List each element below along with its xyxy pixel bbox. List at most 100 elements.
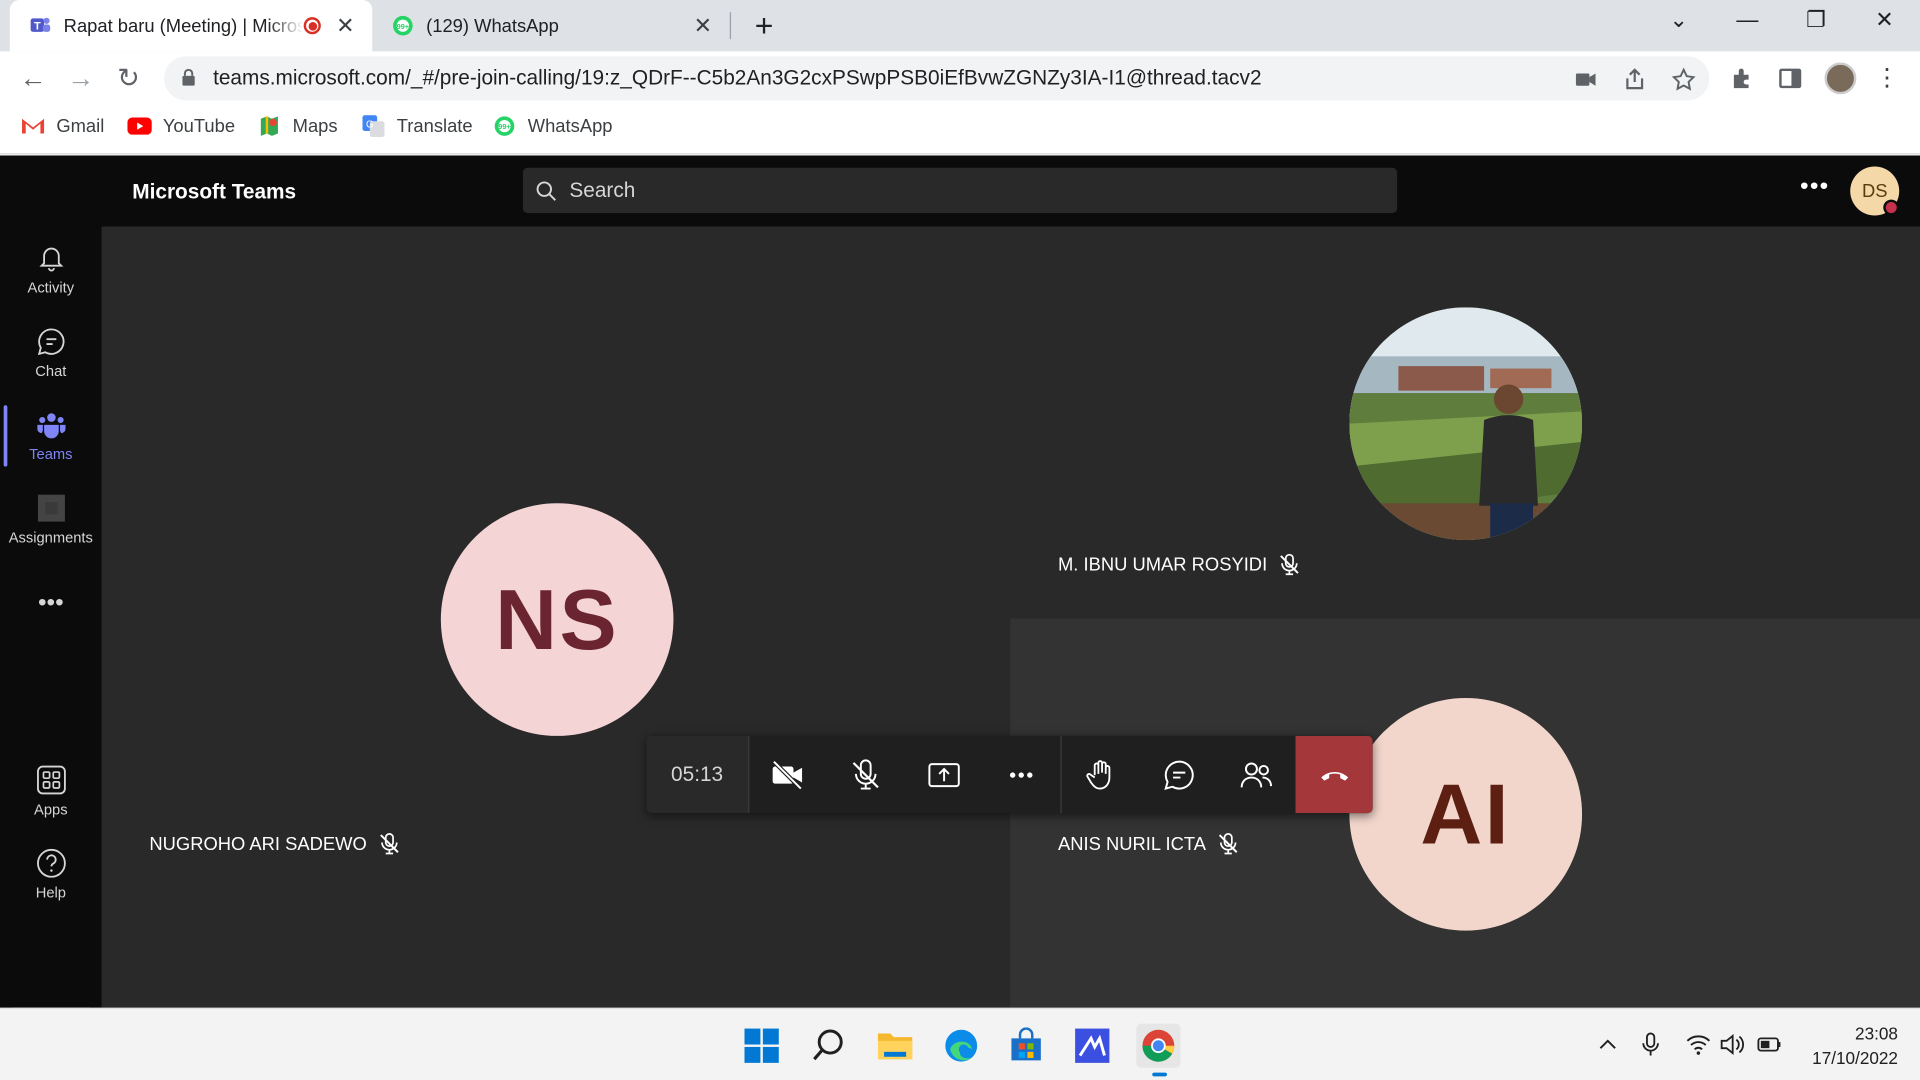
participant-avatar: NS: [440, 503, 674, 736]
participant-photo-image: [1349, 307, 1583, 541]
side-panel-icon[interactable]: [1777, 65, 1804, 92]
bookmark-label: Maps: [292, 115, 338, 137]
participant-name: M. IBNU UMAR ROSYIDI: [1057, 554, 1268, 575]
store-icon: [1011, 1027, 1041, 1061]
minimize-icon[interactable]: —: [1729, 7, 1766, 33]
search-placeholder: Search: [569, 178, 636, 202]
app-icon: [1075, 1028, 1110, 1063]
rail-item-teams[interactable]: Teams: [0, 396, 102, 477]
mic-off-icon: [1218, 833, 1238, 855]
battery-icon[interactable]: [1756, 1031, 1783, 1058]
bookmark-gmail[interactable]: Gmail: [21, 115, 104, 137]
camera-toggle-button[interactable]: [749, 736, 827, 813]
status-badge: [1883, 199, 1900, 216]
bell-icon: [38, 247, 63, 272]
forward-icon[interactable]: →: [64, 61, 98, 95]
rail-item-activity[interactable]: Activity: [0, 229, 102, 310]
search-input[interactable]: Search: [522, 167, 1398, 214]
whatsapp-favicon-icon: 99+: [393, 15, 413, 36]
lock-icon: [182, 68, 195, 86]
browser-tab-strip: T Rapat baru (Meeting) | Microsoft Teams…: [0, 0, 1920, 52]
rail-label: Apps: [34, 800, 68, 818]
edge-button[interactable]: [939, 1024, 983, 1068]
mic-toggle-button[interactable]: [827, 736, 905, 813]
window-close-icon[interactable]: ✕: [1866, 7, 1903, 33]
bookmark-whatsapp[interactable]: 99+ WhatsApp: [492, 115, 612, 137]
clock-date: 17/10/2022: [1812, 1048, 1898, 1068]
share-screen-button[interactable]: [905, 736, 983, 813]
teams-icon: [36, 413, 65, 439]
file-explorer-button[interactable]: [873, 1024, 917, 1068]
app-rail: Activity Chat Teams Assignments ••• Apps…: [0, 226, 102, 1067]
clock-time: 23:08: [1855, 1023, 1898, 1044]
bookmark-maps[interactable]: Maps: [257, 115, 338, 137]
bookmark-youtube[interactable]: YouTube: [127, 115, 235, 137]
rail-item-help[interactable]: Help: [0, 834, 102, 915]
show-hidden-icons-chevron-icon[interactable]: [1594, 1031, 1621, 1058]
app-button[interactable]: [1070, 1024, 1114, 1068]
help-icon: [36, 848, 66, 878]
store-button[interactable]: [1004, 1024, 1048, 1068]
bookmark-translate[interactable]: G Translate: [361, 115, 473, 138]
mic-off-icon: [852, 758, 879, 789]
raise-hand-button[interactable]: [1062, 736, 1140, 813]
maps-icon: [257, 115, 281, 137]
tab-teams-meeting[interactable]: T Rapat baru (Meeting) | Microsoft Teams…: [9, 0, 373, 52]
extensions-icon[interactable]: [1729, 65, 1756, 92]
wifi-icon[interactable]: [1685, 1031, 1712, 1058]
bookmark-star-icon[interactable]: [1670, 66, 1697, 93]
rail-label: Help: [35, 884, 66, 902]
share-icon[interactable]: [1621, 66, 1648, 93]
taskbar-search-button[interactable]: [807, 1024, 851, 1068]
tab-search-chevron-icon[interactable]: ⌄: [1660, 7, 1697, 33]
raise-hand-icon: [1086, 759, 1111, 789]
chat-icon: [1164, 760, 1194, 790]
restore-icon[interactable]: ❐: [1798, 7, 1835, 33]
call-controls-bar: 05:13: [646, 735, 1373, 814]
rail-label: Activity: [27, 279, 75, 297]
chrome-menu-icon[interactable]: ⋮: [1870, 61, 1904, 95]
participant-photo: [1349, 307, 1583, 541]
participant-nametag: NUGROHO ARI SADEWO: [149, 831, 401, 855]
participants-button[interactable]: [1218, 736, 1296, 813]
rail-label: Teams: [29, 445, 73, 463]
teams-app: Microsoft Teams Search ••• DS Activity C…: [0, 155, 1920, 1067]
hang-up-button[interactable]: [1295, 735, 1373, 814]
address-bar[interactable]: teams.microsoft.com/_#/pre-join-calling/…: [164, 56, 1710, 101]
chrome-icon: [1142, 1029, 1175, 1062]
mic-off-icon: [1279, 553, 1299, 576]
rail-item-chat[interactable]: Chat: [0, 312, 102, 393]
tab-whatsapp[interactable]: 99+ (129) WhatsApp ✕: [372, 0, 730, 51]
rail-item-assignments[interactable]: Assignments: [0, 479, 102, 560]
camera-off-icon: [772, 759, 803, 790]
participant-tile[interactable]: NS NUGROHO ARI SADEWO: [101, 226, 1011, 1008]
rail-more-apps-icon[interactable]: •••: [0, 562, 102, 643]
system-clock[interactable]: 23:08 17/10/2022: [1798, 1021, 1898, 1070]
apps-icon: [36, 765, 66, 795]
more-horizontal-icon: [1010, 771, 1034, 778]
active-app-indicator: [1152, 1072, 1167, 1077]
rail-item-apps[interactable]: Apps: [0, 751, 102, 832]
gmail-icon: [21, 115, 45, 137]
microphone-in-use-icon[interactable]: [1637, 1031, 1664, 1058]
participant-avatar: AI: [1349, 697, 1583, 931]
more-actions-button[interactable]: [983, 736, 1061, 813]
back-icon[interactable]: ←: [16, 61, 50, 95]
bookmark-label: WhatsApp: [527, 115, 613, 137]
volume-icon[interactable]: [1718, 1031, 1745, 1058]
reload-icon[interactable]: ↻: [111, 61, 145, 95]
chat-button[interactable]: [1140, 736, 1218, 813]
search-icon: [813, 1029, 843, 1061]
windows-logo-icon: [744, 1028, 779, 1063]
participant-tile[interactable]: M. IBNU UMAR ROSYIDI: [1010, 226, 1920, 619]
bookmark-label: Gmail: [56, 115, 105, 137]
new-tab-icon[interactable]: +: [747, 7, 781, 45]
folder-icon: [877, 1033, 913, 1060]
camera-in-use-icon[interactable]: [1572, 66, 1599, 93]
more-options-icon[interactable]: •••: [1800, 173, 1829, 201]
profile-avatar[interactable]: [1824, 62, 1857, 95]
chrome-button[interactable]: [1136, 1023, 1181, 1077]
close-tab-icon[interactable]: ✕: [688, 13, 717, 39]
start-button[interactable]: [740, 1024, 784, 1068]
close-tab-icon[interactable]: ✕: [331, 13, 360, 39]
